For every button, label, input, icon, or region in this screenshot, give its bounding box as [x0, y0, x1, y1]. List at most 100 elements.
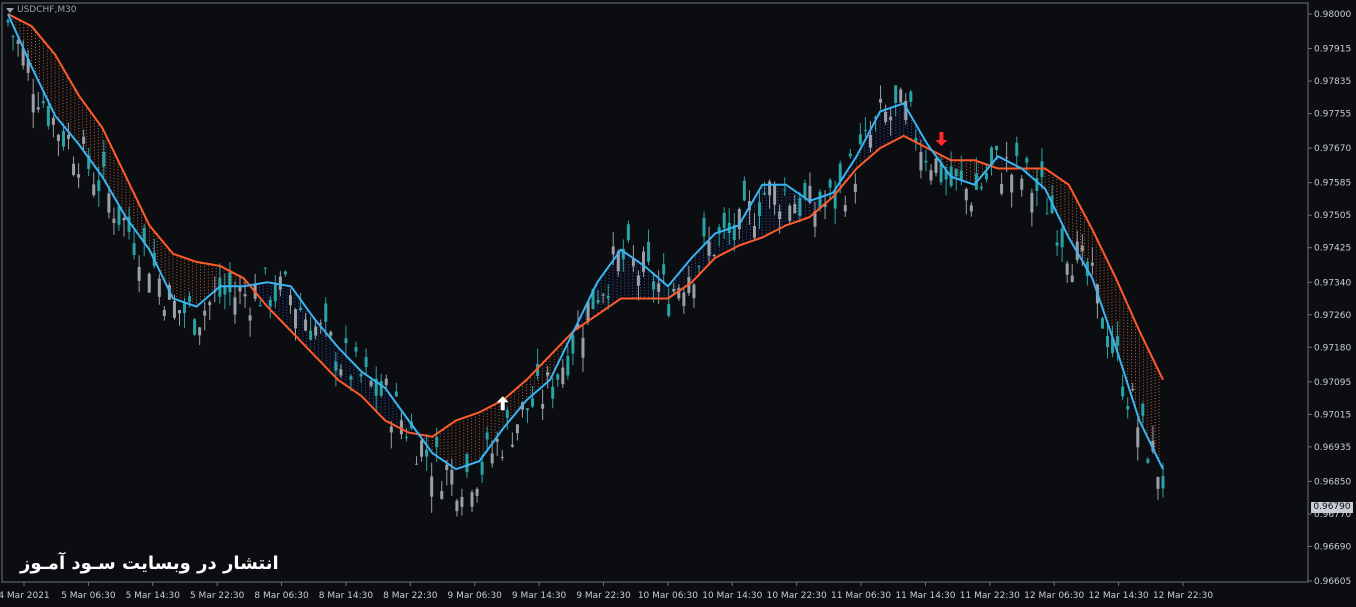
candle-body: [223, 286, 227, 295]
candle-body: [868, 134, 872, 148]
time-axis-label: 10 Mar 06:30: [638, 591, 698, 601]
candle-body: [1060, 228, 1064, 248]
candle-body: [293, 309, 297, 329]
candle-body: [117, 206, 121, 225]
candle-body: [354, 347, 358, 352]
candle-body: [193, 319, 197, 335]
candle-body: [798, 197, 802, 216]
candle-body: [768, 181, 772, 196]
candle-body: [531, 398, 535, 407]
time-axis-label: 12 Mar 14:30: [1089, 591, 1149, 601]
time-axis-label: 11 Mar 06:30: [831, 591, 891, 601]
candle-body: [278, 276, 282, 290]
candle-body: [995, 145, 999, 150]
candle-body: [445, 464, 449, 471]
candle-body: [601, 294, 605, 296]
candle-body: [939, 163, 943, 183]
candle-body: [636, 275, 640, 286]
candle-body: [480, 461, 484, 475]
candle-body: [435, 436, 439, 448]
price-axis-label: 0.97670: [1314, 144, 1351, 154]
candle-body: [162, 310, 166, 316]
candle-body: [41, 101, 45, 104]
candle-body: [924, 160, 928, 163]
candle-body: [450, 469, 454, 485]
candle-body: [430, 476, 434, 497]
time-axis-label: 10 Mar 14:30: [702, 591, 762, 601]
candle-body: [177, 309, 181, 314]
candle-body: [404, 437, 408, 439]
candle-body: [475, 488, 479, 496]
time-axis-label: 11 Mar 22:30: [960, 591, 1020, 601]
candle-body: [107, 193, 111, 213]
candle-body: [858, 134, 862, 144]
candle-body: [384, 378, 388, 386]
candle-body: [1100, 318, 1104, 329]
candle-body: [1121, 386, 1125, 397]
candle-body: [561, 367, 565, 385]
candle-body: [1030, 192, 1034, 213]
candle-body: [793, 203, 797, 214]
candle-body: [682, 292, 686, 306]
candle-body: [46, 106, 50, 126]
candle-body: [1000, 183, 1004, 194]
candle-body: [647, 241, 651, 262]
price-axis-label: 0.97425: [1314, 244, 1351, 254]
candle-body: [551, 386, 555, 399]
candle-body: [31, 94, 35, 113]
candle-body: [6, 20, 10, 23]
candle-body: [843, 205, 847, 212]
candle-body: [566, 356, 570, 376]
candle-body: [1106, 336, 1110, 348]
candle-body: [934, 158, 938, 173]
candle-body: [334, 361, 338, 371]
chart-area[interactable]: 0.98000 0.97915 0.97835 0.97755 0.97670 0.975…: [0, 0, 1356, 603]
candle-body: [379, 381, 383, 396]
candle-body: [339, 369, 343, 376]
candle-body: [581, 337, 585, 358]
price-axis-label: 0.97585: [1314, 179, 1351, 189]
candle-body: [92, 184, 96, 196]
candle-body: [1045, 213, 1049, 215]
candle-body: [172, 301, 176, 318]
candle-body: [188, 296, 192, 302]
candle-body: [899, 89, 903, 103]
candle-body: [919, 151, 923, 171]
candle-body: [455, 500, 459, 512]
price-axis-label: 0.97835: [1314, 77, 1351, 87]
candle-body: [853, 183, 857, 193]
candle-body: [36, 107, 40, 110]
candle-body: [894, 85, 898, 103]
time-axis-label: 11 Mar 14:30: [895, 591, 955, 601]
candle-body: [82, 136, 86, 144]
candle-body: [389, 426, 393, 433]
candle-body: [541, 404, 545, 409]
candle-body: [697, 266, 701, 268]
candle-body: [510, 444, 514, 447]
candle-body: [515, 424, 519, 434]
candle-body: [203, 310, 207, 316]
candle-body: [773, 184, 777, 205]
candle-body: [652, 281, 656, 290]
symbol-label[interactable]: USDCHF,M30: [6, 5, 77, 15]
time-axis-label: 5 Mar 06:30: [61, 591, 116, 601]
plot-frame: [1, 2, 1309, 583]
time-axis-label: 5 Mar 22:30: [190, 591, 245, 601]
time-axis-label: 12 Mar 22:30: [1153, 591, 1213, 601]
slow-ma-line: [7, 13, 1164, 438]
candle-body: [702, 218, 706, 237]
candle-body: [344, 338, 348, 344]
candle-body: [314, 326, 318, 336]
chart-canvas[interactable]: 0.98000 0.97915 0.97835 0.97755 0.97670 0.975…: [0, 0, 1356, 603]
candle-body: [324, 303, 328, 322]
candle-body: [884, 111, 888, 122]
candle-body: [137, 266, 141, 281]
candle-body: [611, 246, 615, 255]
candle-body: [929, 170, 933, 181]
candle-body: [556, 374, 560, 380]
candle-body: [1080, 245, 1084, 252]
candle-body: [1070, 275, 1074, 283]
dropdown-triangle-icon[interactable]: [6, 7, 14, 13]
candle-body: [889, 116, 893, 121]
time-axis-label: 9 Mar 22:30: [576, 591, 631, 601]
